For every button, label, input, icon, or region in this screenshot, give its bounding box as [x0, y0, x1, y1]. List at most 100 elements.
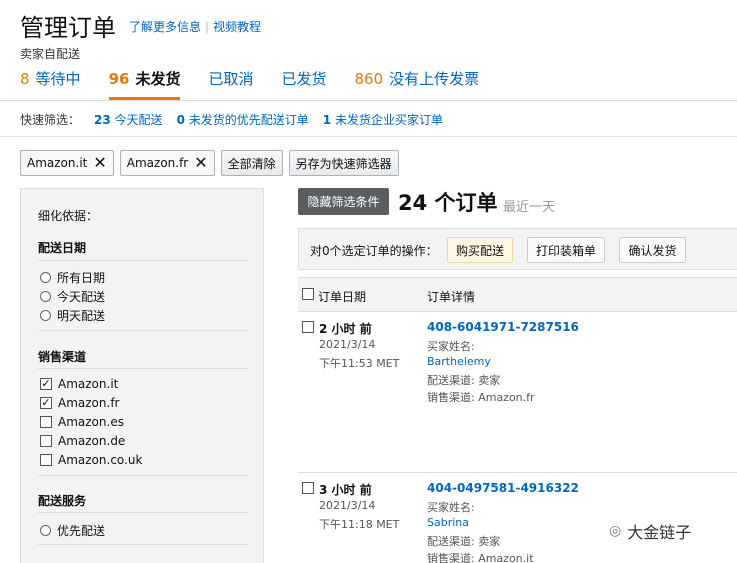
wechat-icon: ◎	[609, 523, 622, 539]
channel-title: 销售渠道	[38, 350, 87, 364]
order-age: 2 小时 前	[319, 322, 372, 336]
radio-icon[interactable]	[40, 310, 51, 321]
quick-filter-divider	[0, 136, 737, 137]
divider	[38, 368, 248, 369]
chip-label: Amazon.fr	[126, 156, 189, 170]
service-priority[interactable]: 优先配送	[40, 522, 105, 539]
checkbox[interactable]	[40, 416, 52, 428]
service-title: 配送服务	[38, 494, 87, 508]
tab-label: 未发货	[135, 70, 181, 88]
ship-date-all[interactable]: 所有日期	[40, 269, 105, 286]
ship-channel: 配送渠道: 卖家	[427, 374, 501, 387]
buyer-name-link[interactable]: Sabrina	[427, 516, 469, 529]
quick-filter-priority[interactable]: 0 未发货的优先配送订单	[177, 111, 309, 128]
channel-amazon-es[interactable]: Amazon.es	[40, 415, 124, 429]
col-order-date: 订单日期	[318, 290, 367, 304]
order-id-link[interactable]: 408-6041971-7287516	[427, 320, 579, 334]
video-tutorial-link[interactable]: 视频教程	[213, 20, 261, 34]
tab-count: 860	[354, 70, 384, 88]
orders-table-header: 订单日期 订单详情	[298, 277, 737, 312]
quick-text: 今天配送	[114, 113, 163, 127]
link-separator: |	[205, 20, 210, 34]
order-tabs: 8 等待中 96 未发货 已取消 已发货 860 没有上传发票	[20, 70, 507, 100]
tab-unshipped[interactable]: 96 未发货	[108, 70, 181, 100]
refine-label: 细化依据：	[38, 209, 99, 223]
watermark: ◎ 大金链子	[609, 519, 691, 543]
row-checkbox[interactable]	[302, 482, 314, 494]
tabs-divider	[0, 100, 737, 101]
channel-amazon-it[interactable]: ✓ Amazon.it	[40, 377, 118, 391]
confirm-shipment-button[interactable]: 确认发货	[619, 237, 686, 263]
channel-amazon-de[interactable]: Amazon.de	[40, 434, 125, 448]
option-label: Amazon.co.uk	[58, 453, 143, 467]
learn-more-link[interactable]: 了解更多信息	[129, 20, 201, 34]
ship-date-tomorrow[interactable]: 明天配送	[40, 307, 105, 324]
watermark-text: 大金链子	[627, 523, 692, 542]
clear-all-button[interactable]: 全部清除	[220, 150, 283, 176]
order-id-link[interactable]: 404-0497581-4916322	[427, 481, 579, 495]
option-label: 今天配送	[57, 290, 106, 304]
quick-filter-label: 快速筛选：	[20, 113, 81, 127]
buy-shipping-button[interactable]: 购买配送	[447, 237, 513, 263]
option-label: Amazon.es	[58, 415, 124, 429]
tab-count: 8	[20, 70, 30, 88]
radio-icon[interactable]	[40, 291, 51, 302]
tab-label: 已发货	[281, 70, 327, 88]
close-icon[interactable]: ✕	[93, 155, 106, 171]
select-all-checkbox[interactable]	[302, 288, 314, 300]
quick-count: 0	[176, 113, 185, 127]
active-filters: Amazon.it ✕ Amazon.fr ✕ 全部清除 另存为快速筛选器	[20, 150, 399, 176]
ship-date-today[interactable]: 今天配送	[40, 288, 105, 305]
quick-text: 未发货的优先配送订单	[188, 113, 309, 127]
radio-icon[interactable]	[40, 525, 51, 536]
quick-count: 1	[322, 113, 332, 127]
option-label: Amazon.it	[58, 377, 119, 391]
checkbox-checked[interactable]: ✓	[40, 397, 52, 409]
option-label: 明天配送	[57, 309, 106, 323]
hide-filters-button[interactable]: 隐藏筛选条件	[298, 188, 389, 215]
option-label: Amazon.de	[58, 434, 126, 448]
tab-label: 已取消	[208, 70, 254, 88]
tab-shipped[interactable]: 已发货	[281, 70, 326, 100]
divider	[38, 544, 248, 545]
order-age: 3 小时 前	[319, 483, 372, 497]
tab-label: 没有上传发票	[389, 70, 480, 88]
row-checkbox[interactable]	[302, 321, 314, 333]
filter-chip-amazon-it: Amazon.it ✕	[20, 150, 114, 176]
channel-amazon-co-uk[interactable]: Amazon.co.uk	[40, 453, 142, 467]
print-packing-slip-button[interactable]: 打印装箱单	[527, 237, 605, 263]
bulk-actions-bar: 对0个选定订单的操作： 购买配送 打印装箱单 确认发货	[298, 228, 737, 270]
radio-icon[interactable]	[40, 272, 51, 283]
option-label: 优先配送	[57, 524, 106, 538]
buyer-label: 买家姓名:	[427, 501, 475, 514]
page-subtitle: 卖家自配送	[20, 47, 81, 61]
refine-sidebar: 细化依据： 配送日期 所有日期 今天配送 明天配送 销售渠道 ✓ Amazon.i…	[20, 188, 264, 563]
close-icon[interactable]: ✕	[194, 155, 207, 171]
actions-label: 对0个选定订单的操作：	[310, 244, 438, 258]
order-count: 24 个订单	[398, 191, 498, 215]
checkbox[interactable]	[40, 435, 52, 447]
checkbox[interactable]	[40, 454, 52, 466]
date-range-label: 最近一天	[503, 200, 556, 215]
buyer-label: 买家姓名:	[427, 340, 475, 353]
option-label: Amazon.fr	[58, 396, 120, 410]
quick-filter-today[interactable]: 23 今天配送	[94, 111, 163, 128]
divider	[38, 475, 248, 476]
buyer-name-link[interactable]: Barthelemy	[427, 355, 491, 368]
tab-count: 96	[108, 70, 130, 88]
divider	[38, 260, 248, 261]
ship-channel: 配送渠道: 卖家	[427, 535, 501, 548]
page-title: 管理订单	[20, 14, 116, 42]
tab-no-invoice[interactable]: 860 没有上传发票	[354, 70, 479, 100]
tab-cancelled[interactable]: 已取消	[208, 70, 253, 100]
checkbox-checked[interactable]: ✓	[40, 378, 52, 390]
quick-filter-bar: 快速筛选： 23 今天配送 0 未发货的优先配送订单 1 未发货企业买家订单	[20, 111, 443, 128]
quick-filter-business[interactable]: 1 未发货企业买家订单	[323, 111, 443, 128]
tab-label: 等待中	[35, 70, 81, 88]
option-label: 所有日期	[57, 271, 106, 285]
channel-amazon-fr[interactable]: ✓ Amazon.fr	[40, 396, 119, 410]
chip-label: Amazon.it	[27, 156, 88, 170]
tab-pending[interactable]: 8 等待中	[20, 70, 81, 100]
save-quick-filter-button[interactable]: 另存为快速筛选器	[288, 150, 399, 176]
row-divider	[298, 472, 737, 473]
